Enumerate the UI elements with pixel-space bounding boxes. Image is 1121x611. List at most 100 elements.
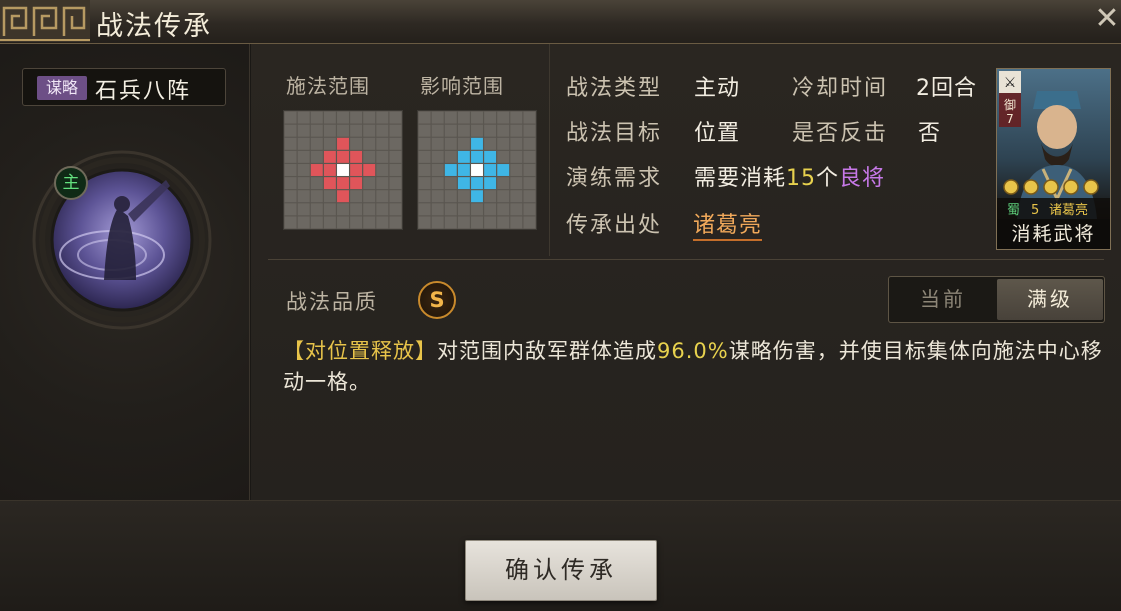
grid-cell <box>389 124 402 137</box>
general-card[interactable]: ⚔ 御 7 蜀 5 诸葛亮 消耗武将 <box>996 68 1111 250</box>
grid-cell <box>350 203 363 216</box>
grid-cell <box>431 137 444 150</box>
grid-cell <box>376 150 389 163</box>
grid-cell <box>497 190 510 203</box>
training-count: 15 <box>786 166 817 191</box>
grid-cell <box>444 137 457 150</box>
grid-cell <box>444 124 457 137</box>
grid-cell <box>297 177 310 190</box>
grid-cell <box>363 177 376 190</box>
tab-max-level[interactable]: 满级 <box>997 279 1103 320</box>
level-toggle: 当前 满级 <box>888 276 1105 323</box>
grid-cell <box>444 190 457 203</box>
grid-cell <box>363 111 376 124</box>
grid-cell <box>310 150 323 163</box>
grid-cell <box>510 124 523 137</box>
star-icon <box>1023 179 1039 195</box>
inherit-source-link[interactable]: 诸葛亮 <box>693 207 763 241</box>
grid-cell <box>363 150 376 163</box>
grid-cell <box>510 177 523 190</box>
grid-cell <box>363 190 376 203</box>
grid-cell <box>510 190 523 203</box>
grid-cell <box>510 150 523 163</box>
grid-cell <box>523 137 536 150</box>
grid-cell <box>363 137 376 150</box>
grid-cell <box>284 150 297 163</box>
grid-cell <box>431 150 444 163</box>
grid-cell <box>497 164 510 176</box>
grid-cell <box>523 124 536 137</box>
grid-cell <box>471 164 483 176</box>
grid-cell <box>337 164 349 176</box>
grid-cell <box>523 111 536 124</box>
grid-cell <box>350 124 363 137</box>
grid-cell <box>523 177 536 190</box>
grid-cell <box>431 164 444 176</box>
close-icon[interactable]: ✕ <box>1094 4 1120 36</box>
grid-cell <box>297 190 310 203</box>
grid-cell <box>444 150 457 163</box>
grid-cell <box>497 216 510 229</box>
grid-cell <box>484 124 497 137</box>
grid-cell <box>497 203 510 216</box>
grid-cell <box>297 150 310 163</box>
grid-cell <box>389 216 402 229</box>
tab-current-level[interactable]: 当前 <box>889 277 997 322</box>
skill-target-value: 位置 <box>694 121 741 146</box>
grid-cell <box>337 124 349 137</box>
skill-type-value: 主动 <box>694 76 741 101</box>
grid-cell <box>471 111 483 124</box>
grid-cell <box>457 203 470 216</box>
description-number: 96.0% <box>657 339 729 363</box>
svg-text:⚔: ⚔ <box>1004 75 1017 91</box>
grid-cell <box>457 150 470 163</box>
grid-cell <box>323 203 336 216</box>
inherit-source-label: 传承出处 <box>566 213 663 238</box>
star-icon <box>1003 179 1019 195</box>
confirm-inherit-button[interactable]: 确认传承 <box>465 540 657 601</box>
grid-cell <box>323 150 336 163</box>
grid-cell <box>431 111 444 124</box>
cooldown-value: 2回合 <box>916 76 977 101</box>
counterattack-value: 否 <box>918 121 942 146</box>
grid-cell <box>457 137 470 150</box>
grid-cell <box>484 177 497 190</box>
svg-text:御: 御 <box>1004 97 1016 112</box>
grid-cell <box>310 124 323 137</box>
grid-cell <box>523 190 536 203</box>
grid-cell <box>363 164 376 176</box>
general-portrait: ⚔ 御 7 蜀 5 诸葛亮 <box>997 69 1110 219</box>
description-tag: 【对位置释放】 <box>283 339 437 363</box>
grid-cell <box>284 177 297 190</box>
grid-cell <box>323 190 336 203</box>
grid-cell <box>310 190 323 203</box>
grid-cell <box>284 216 297 229</box>
grid-cell <box>523 203 536 216</box>
grid-cell <box>337 111 349 124</box>
grid-cell <box>418 203 431 216</box>
training-prefix: 需要消耗 <box>694 166 787 191</box>
grid-cell <box>376 124 389 137</box>
star-icon <box>1083 179 1099 195</box>
skill-name-box: 谋略 石兵八阵 <box>22 68 226 106</box>
cast-range-label: 施法范围 <box>286 74 370 98</box>
grid-cell <box>471 203 483 216</box>
grid-cell <box>431 177 444 190</box>
grid-cell <box>510 111 523 124</box>
star-icon <box>1063 179 1079 195</box>
grid-cell <box>510 216 523 229</box>
grid-cell <box>457 111 470 124</box>
grid-cell <box>471 124 483 137</box>
grid-cell <box>389 190 402 203</box>
grid-cell <box>484 203 497 216</box>
grid-cell <box>310 137 323 150</box>
grid-cell <box>457 216 470 229</box>
grid-cell <box>337 190 349 203</box>
grid-cell <box>431 216 444 229</box>
grid-cell <box>389 177 402 190</box>
grid-cell <box>284 164 297 176</box>
grid-cell <box>457 124 470 137</box>
grid-cell <box>350 216 363 229</box>
effect-range-label: 影响范围 <box>420 74 504 98</box>
grid-cell <box>418 164 431 176</box>
